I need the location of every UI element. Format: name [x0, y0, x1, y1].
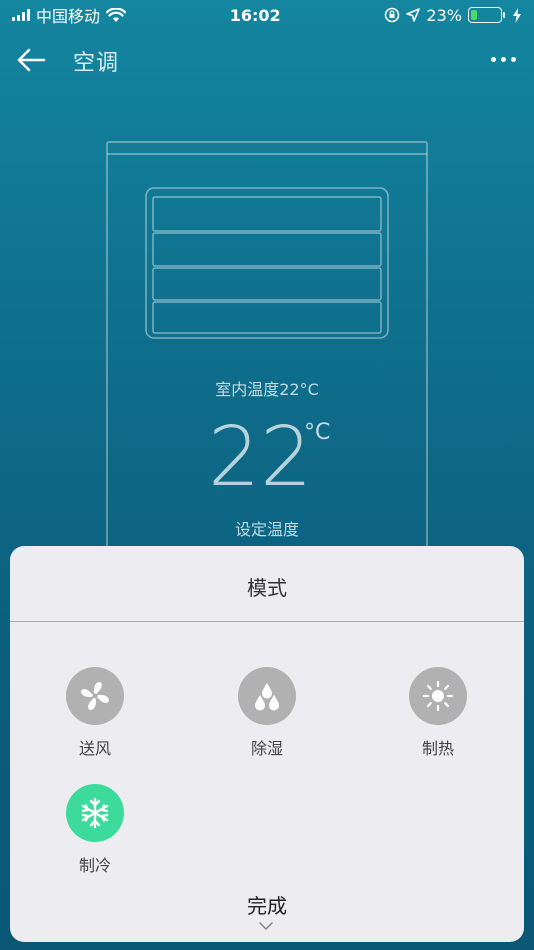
chevron-down-icon[interactable]	[259, 922, 273, 930]
set-temperature-label: 设定温度	[234, 520, 299, 539]
location-icon	[406, 8, 421, 22]
fan-icon[interactable]	[66, 667, 124, 725]
mode-option-cool[interactable]: 制冷	[50, 784, 140, 876]
mode-label: 除湿	[250, 739, 283, 758]
mode-label: 制冷	[78, 856, 111, 875]
status-right: 23%	[384, 6, 522, 25]
status-left: 中国移动	[12, 3, 127, 27]
indoor-temperature: 室内温度22°C	[215, 380, 319, 399]
divider	[10, 621, 524, 622]
battery-percent: 23%	[426, 5, 462, 25]
page-title: 空调	[73, 51, 120, 76]
sheet-title: 模式	[247, 576, 287, 600]
clock: 16:02	[229, 5, 281, 25]
more-icon[interactable]	[491, 57, 516, 62]
nav-bar: 空调	[0, 38, 534, 82]
mode-option-heat[interactable]: 制热	[393, 667, 483, 759]
arrow-left-icon[interactable]	[16, 48, 46, 72]
battery-icon	[467, 7, 505, 23]
wifi-icon	[106, 7, 127, 22]
sun-icon[interactable]	[409, 667, 467, 725]
snowflake-icon[interactable]	[66, 784, 124, 842]
status-bar: 中国移动 16:02 23%	[0, 0, 534, 30]
mode-option-fan[interactable]: 送风	[50, 667, 140, 759]
set-temperature-value: 22	[208, 410, 313, 505]
water-drops-icon[interactable]	[238, 667, 296, 725]
signal-icon	[12, 9, 30, 21]
mode-label: 制热	[421, 739, 454, 758]
mode-option-dehumidify[interactable]: 除湿	[222, 667, 312, 759]
mode-sheet: 模式 送风 除湿 制热 制冷 完成	[10, 546, 524, 942]
carrier-label: 中国移动	[36, 7, 101, 26]
battery-fill	[470, 10, 477, 20]
charging-icon	[512, 7, 521, 23]
done-button[interactable]: 完成	[10, 890, 524, 919]
temperature-unit: °C	[304, 420, 331, 445]
mode-label: 送风	[78, 739, 111, 758]
orientation-lock-icon	[385, 7, 400, 23]
